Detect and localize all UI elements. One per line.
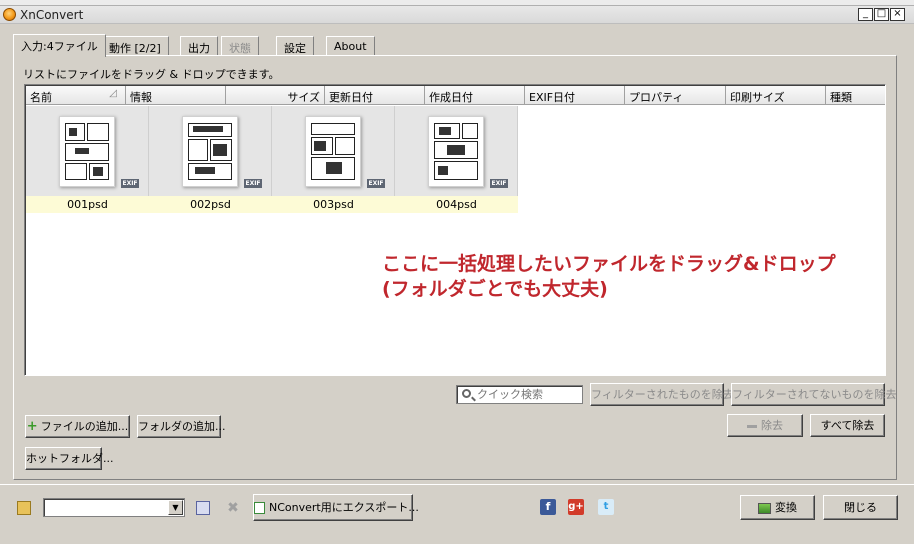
close-button[interactable]: 閉じる — [823, 495, 898, 520]
tab-output[interactable]: 出力 — [180, 36, 218, 56]
quick-search-box[interactable] — [456, 385, 583, 404]
exif-badge: EXIF — [367, 179, 385, 188]
export-nconvert-button[interactable]: NConvert用にエクスポート... — [253, 494, 419, 521]
maximize-button[interactable]: □ — [874, 8, 889, 21]
file-list[interactable]: 名前 ◿ 情報 サイズ 更新日付 作成日付 EXIF日付 プロパティ 印刷サイズ … — [24, 84, 886, 376]
tab-actions[interactable]: 動作 [2/2] — [101, 36, 169, 56]
file-name-label: 004psd — [395, 196, 518, 213]
search-icon — [462, 389, 471, 398]
tab-settings[interactable]: 設定 — [276, 36, 314, 56]
drag-drop-annotation: ここに一括処理したいファイルをドラッグ&ドロップ (フォルダごとでも大丈夫) — [382, 252, 836, 302]
convert-icon — [758, 502, 771, 514]
exif-badge: EXIF — [490, 179, 508, 188]
column-info[interactable]: 情報 — [126, 86, 226, 105]
minimize-button[interactable]: _ — [858, 8, 873, 21]
remove-button[interactable]: 除去 — [727, 414, 803, 437]
file-name-label: 003psd — [272, 196, 395, 213]
column-type[interactable]: 種類 — [826, 86, 885, 105]
manga-page-thumbnail — [182, 116, 238, 187]
title-bar: XnConvert _ □ × — [0, 6, 914, 24]
add-files-button[interactable]: + ファイルの追加... — [25, 415, 130, 438]
file-thumbnail-item[interactable]: EXIF 002psd — [149, 106, 272, 213]
manga-page-thumbnail — [428, 116, 484, 187]
column-exif-date[interactable]: EXIF日付 — [525, 86, 625, 105]
chevron-down-icon[interactable]: ▼ — [168, 500, 183, 515]
save-preset-icon[interactable] — [196, 501, 210, 515]
manga-page-thumbnail — [59, 116, 115, 187]
facebook-icon[interactable]: f — [540, 499, 556, 515]
column-header: 名前 ◿ 情報 サイズ 更新日付 作成日付 EXIF日付 プロパティ 印刷サイズ … — [26, 86, 885, 105]
twitter-icon[interactable]: t — [598, 499, 614, 515]
manga-page-thumbnail — [305, 116, 361, 187]
file-thumbnail-item[interactable]: EXIF 003psd — [272, 106, 395, 213]
delete-preset-icon[interactable]: ✖ — [226, 501, 240, 515]
export-icon — [254, 502, 265, 514]
plus-icon: + — [26, 419, 38, 434]
file-thumbnail-item[interactable]: EXIF 004psd — [395, 106, 518, 213]
hot-folder-button[interactable]: ホットフォルダ... — [25, 447, 114, 470]
tab-status[interactable]: 状態 — [221, 36, 259, 56]
app-logo-icon — [3, 8, 16, 21]
convert-button[interactable]: 変換 — [740, 495, 815, 520]
preset-combobox[interactable]: ▼ — [43, 498, 185, 517]
file-thumbnail-item[interactable]: EXIF 001psd — [26, 106, 149, 213]
annotation-line-2: (フォルダごとでも大丈夫) — [382, 278, 608, 300]
remove-all-button[interactable]: すべて除去 — [810, 414, 885, 437]
drop-hint-text: リストにファイルをドラッグ & ドロップできます。 — [23, 68, 280, 81]
file-name-label: 001psd — [26, 196, 149, 213]
minus-icon — [747, 424, 757, 428]
tab-about[interactable]: About — [326, 36, 375, 56]
tab-input[interactable]: 入力:4ファイル — [13, 34, 106, 57]
column-created-date[interactable]: 作成日付 — [425, 86, 525, 105]
window-title: XnConvert — [20, 8, 84, 22]
annotation-line-1: ここに一括処理したいファイルをドラッグ&ドロップ — [382, 253, 836, 275]
column-print-size[interactable]: 印刷サイズ — [726, 86, 826, 105]
exif-badge: EXIF — [244, 179, 262, 188]
remove-unfiltered-button[interactable]: フィルターされてないものを除去 — [731, 383, 896, 406]
column-size[interactable]: サイズ — [226, 86, 325, 105]
column-properties[interactable]: プロパティ — [625, 86, 726, 105]
sort-indicator-icon: ◿ — [109, 88, 117, 99]
open-folder-icon[interactable] — [17, 501, 31, 515]
column-name[interactable]: 名前 ◿ — [26, 86, 126, 105]
file-name-label: 002psd — [149, 196, 272, 213]
column-modified-date[interactable]: 更新日付 — [325, 86, 425, 105]
quick-search-input[interactable] — [477, 388, 577, 401]
xnconvert-window: XnConvert _ □ × 入力:4ファイル 動作 [2/2] 出力 状態 … — [0, 0, 914, 544]
add-folder-button[interactable]: フォルダの追加... — [137, 415, 226, 438]
close-window-button[interactable]: × — [890, 8, 905, 21]
exif-badge: EXIF — [121, 179, 139, 188]
remove-filtered-button[interactable]: フィルターされたものを除去 — [590, 383, 734, 406]
google-plus-icon[interactable]: g+ — [568, 499, 584, 515]
